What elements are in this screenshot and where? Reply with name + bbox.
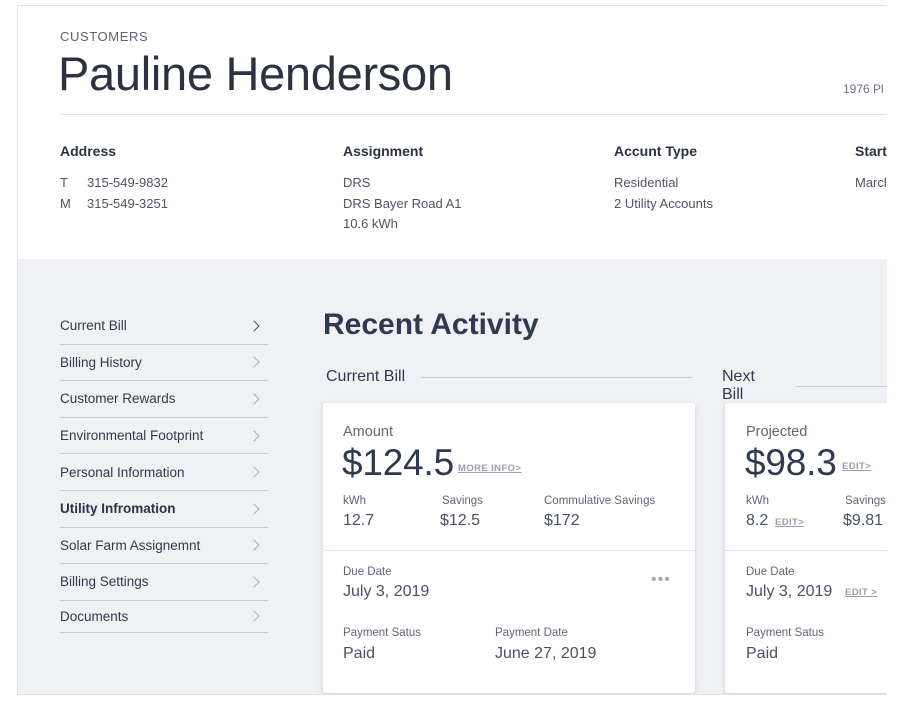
mobile-line: M 315-549-3251 (60, 194, 168, 215)
mobile-number: 315-549-3251 (87, 195, 168, 211)
card-divider (323, 550, 695, 551)
header-divider (60, 114, 887, 115)
sidebar-item-label: Utility Infromation (60, 501, 176, 517)
payment-date-value: June 27, 2019 (495, 645, 597, 662)
section-title: Recent Activity (323, 308, 539, 341)
assignment-line: DRS (343, 175, 371, 190)
next-bill-card: Projected $98.3 EDIT> kWh 8.2 EDIT> Savi… (725, 403, 887, 693)
assignment-heading: Assignment (343, 143, 424, 159)
account-type-line: Residential (614, 175, 679, 190)
heading-rule (796, 385, 887, 387)
sidebar-item-label: Solar Farm Assignemnt (60, 537, 201, 553)
mobile-prefix: M (60, 195, 71, 211)
chevron-right-icon (248, 320, 260, 332)
chevron-right-icon (248, 393, 260, 405)
header-address-text: 1976 Pl (843, 82, 884, 96)
account-type-heading: Accunt Type (614, 143, 697, 159)
chevron-right-icon (248, 576, 260, 588)
projected-value: $98.3 (745, 442, 837, 483)
assignment-column: Assignment DRS DRS Bayer Road A1 10.6 kW… (343, 143, 462, 235)
sidebar-item-label: Current Bill (60, 318, 127, 334)
edit-due-date-link[interactable]: EDIT > (845, 587, 877, 598)
kwh-value: 8.2 (746, 512, 769, 529)
sidebar-item-label: Billing History (60, 354, 142, 370)
start-heading: Start (855, 143, 887, 159)
next-bill-heading: Next Bill (722, 368, 887, 404)
payment-date-label: Payment Date (495, 627, 568, 639)
current-bill-heading: Current Bill (326, 368, 693, 386)
address-column: Address T 315-549-9832 M 315-549-3251 (60, 143, 168, 214)
payment-status-value: Paid (746, 645, 779, 662)
chevron-right-icon (248, 539, 260, 552)
sidebar-nav: Current Bill Billing History Customer Re… (60, 308, 268, 633)
assignment-line: 10.6 kWh (343, 216, 398, 231)
next-bill-title: Next Bill (722, 368, 755, 403)
more-info-link[interactable]: MORE INFO> (458, 463, 521, 474)
kwh-label: kWh (343, 495, 366, 507)
sidebar-item-environmental-footprint[interactable]: Environmental Footprint (60, 418, 268, 455)
more-options-icon[interactable]: ••• (651, 571, 671, 589)
current-bill-card: Amount $124.5 MORE INFO> kWh 12.7 Saving… (323, 403, 695, 693)
sidebar-item-current-bill[interactable]: Current Bill (60, 308, 268, 345)
chevron-right-icon (248, 466, 260, 478)
customer-profile-window: CUSTOMERS Pauline Henderson 1976 Pl Addr… (17, 5, 887, 695)
sidebar-item-utility-information[interactable]: Utility Infromation (60, 491, 268, 528)
start-line: Marcl (855, 175, 887, 190)
phone-prefix: T (60, 175, 68, 190)
due-date-label: Due Date (746, 566, 795, 578)
due-date-value: July 3, 2019 (343, 583, 430, 600)
address-heading: Address (60, 143, 117, 159)
cumulative-savings-label: Commulative Savings (544, 495, 656, 507)
assignment-line: DRS Bayer Road A1 (343, 195, 462, 211)
phone-line: T 315-549-9832 (60, 173, 168, 194)
page-title: Pauline Henderson (58, 47, 453, 100)
account-type-line: 2 Utility Accounts (614, 195, 713, 211)
chevron-right-icon (248, 503, 260, 515)
sidebar-item-billing-history[interactable]: Billing History (60, 345, 268, 382)
sidebar-item-label: Billing Settings (60, 574, 149, 590)
payment-status-value: Paid (343, 645, 376, 662)
kwh-label: kWh (746, 495, 769, 507)
cumulative-savings-value: $172 (544, 512, 580, 529)
sidebar-item-label: Customer Rewards (60, 391, 176, 407)
sidebar-item-customer-rewards[interactable]: Customer Rewards (60, 381, 268, 418)
due-date-value: July 3, 2019 (746, 583, 833, 600)
chevron-right-icon (248, 356, 260, 369)
savings-value: $12.5 (440, 512, 481, 529)
payment-status-label: Payment Satus (343, 627, 421, 639)
due-date-label: Due Date (343, 566, 392, 578)
start-column: Start Marcl (855, 143, 887, 194)
current-bill-title: Current Bill (326, 368, 406, 385)
amount-label: Amount (343, 424, 393, 440)
edit-amount-link[interactable]: EDIT> (842, 461, 871, 472)
savings-label: Savings (442, 495, 483, 507)
sidebar-item-documents[interactable]: Documents (60, 601, 268, 633)
phone-number: 315-549-9832 (87, 175, 168, 190)
kwh-value: 12.7 (343, 512, 375, 529)
sidebar-item-label: Documents (60, 608, 129, 624)
chevron-right-icon (248, 429, 260, 442)
sidebar-item-label: Environmental Footprint (60, 428, 204, 444)
sidebar-item-solar-farm-assignment[interactable]: Solar Farm Assignemnt (60, 528, 268, 565)
sidebar-item-billing-settings[interactable]: Billing Settings (60, 564, 268, 601)
edit-kwh-link[interactable]: EDIT> (775, 517, 804, 528)
breadcrumb[interactable]: CUSTOMERS (60, 29, 148, 44)
sidebar-item-label: Personal Information (60, 464, 185, 480)
activity-section: Current Bill Billing History Customer Re… (18, 259, 887, 694)
savings-label: Savings (845, 495, 886, 507)
amount-value: $124.5 (342, 442, 454, 483)
card-divider (725, 550, 887, 551)
savings-value: $9.81 (843, 512, 884, 529)
projected-label: Projected (746, 424, 808, 440)
sidebar-item-personal-information[interactable]: Personal Information (60, 454, 268, 491)
heading-rule (421, 376, 693, 378)
account-type-column: Accunt Type Residential 2 Utility Accoun… (614, 143, 713, 214)
chevron-right-icon (248, 610, 260, 622)
payment-status-label: Payment Satus (746, 627, 824, 639)
